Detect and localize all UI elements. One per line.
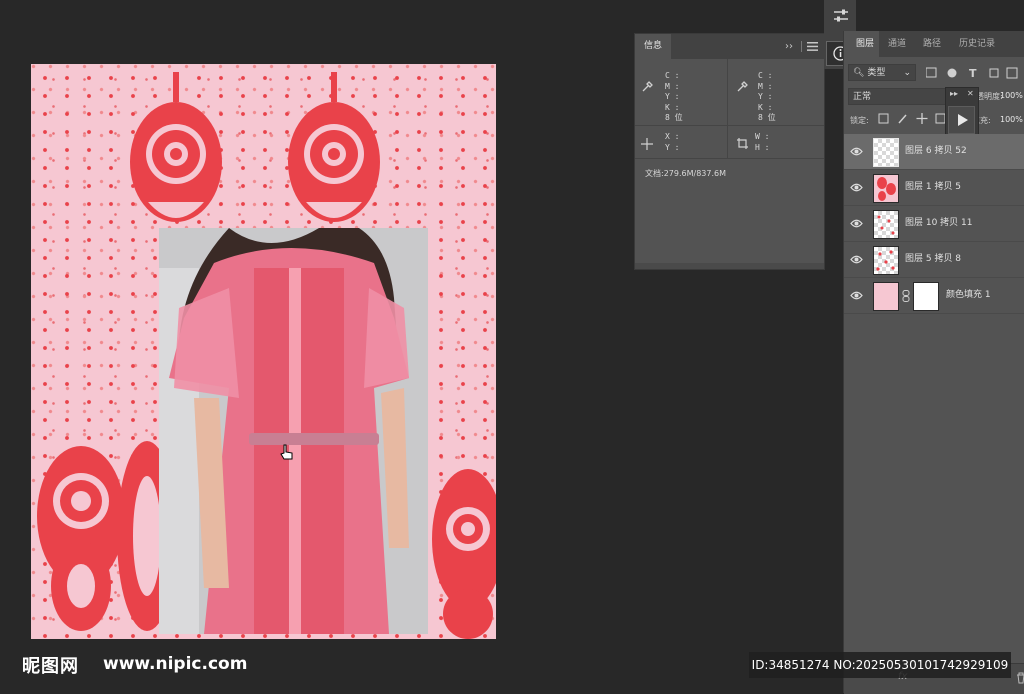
divider: [801, 41, 802, 52]
w-label: W :: [755, 132, 770, 141]
k-label: K :: [665, 102, 680, 112]
selection-size-icon: [737, 138, 748, 149]
c-label: C :: [758, 71, 773, 80]
cmyk-readout-right: C : M : Y : K : 8 位: [728, 59, 824, 126]
opacity-value[interactable]: 100%: [1000, 91, 1023, 100]
tab-history[interactable]: 历史记录: [959, 31, 995, 57]
layer-row[interactable]: 图层 10 拷贝 11: [844, 206, 1024, 242]
xy-readout: X : Y :: [635, 126, 728, 159]
y-label: Y :: [758, 92, 773, 101]
image-id-bar: ID:34851274 NO:20250530101742929109: [749, 652, 1011, 678]
filter-kind-value: 类型: [867, 68, 886, 78]
layer-row[interactable]: 图层 5 拷贝 8: [844, 242, 1024, 278]
close-icon[interactable]: ✕: [967, 89, 974, 98]
x-label: X :: [665, 132, 680, 141]
panel-resize-bar[interactable]: [635, 263, 824, 269]
layer-row[interactable]: 图层 1 拷贝 5: [844, 170, 1024, 206]
watermark-logo: 昵图网: [22, 656, 79, 677]
fill-value[interactable]: 100%: [1000, 115, 1023, 124]
layer-filter-select[interactable]: 🔍︎ 类型 ⌄: [848, 64, 916, 81]
actions-mini-panel[interactable]: ▸▸ ✕: [945, 87, 979, 139]
tab-paths[interactable]: 路径: [923, 31, 941, 57]
tab-channels[interactable]: 通道: [888, 31, 906, 57]
h-label: H :: [755, 142, 770, 152]
eyedropper-icon: [642, 81, 653, 92]
c-label: C :: [665, 71, 680, 80]
layer-thumbnail: [873, 174, 899, 203]
trash-icon[interactable]: [1016, 672, 1024, 684]
model-photo[interactable]: [159, 228, 428, 634]
eye-icon[interactable]: [850, 145, 863, 158]
layer-thumbnail: [873, 138, 899, 167]
paisley-motif-bottom-right: [432, 469, 496, 639]
lock-label: 锁定:: [850, 116, 869, 125]
chevron-down-icon: ⌄: [903, 68, 911, 78]
info-panel[interactable]: 信息 ›› C : M : Y : K : 8 位 C : M : Y : K …: [634, 33, 825, 270]
layer-mask-thumbnail[interactable]: [913, 282, 939, 311]
layer-row[interactable]: 图层 6 拷贝 52: [844, 134, 1024, 170]
play-action-button[interactable]: [948, 106, 975, 134]
layer-name[interactable]: 图层 6 拷贝 52: [905, 134, 967, 169]
adjustments-icon[interactable]: [833, 9, 849, 23]
eye-icon[interactable]: [850, 217, 863, 230]
link-icon[interactable]: [902, 290, 910, 302]
play-icon: [958, 114, 968, 126]
m-label: M :: [758, 81, 773, 91]
eye-icon[interactable]: [850, 253, 863, 266]
svg-text:T: T: [969, 67, 977, 79]
layer-filter-icons: T: [926, 67, 1018, 79]
paisley-motif-top-left: [130, 72, 222, 222]
eye-icon[interactable]: [850, 181, 863, 194]
tab-info[interactable]: 信息: [635, 34, 671, 59]
layers-tabbar: 图层 通道 路径 历史记录: [844, 31, 1024, 57]
lock-options[interactable]: [878, 113, 948, 125]
fill-layer-thumbnail: [873, 282, 899, 311]
panel-menu-icon[interactable]: [807, 42, 818, 51]
dress-illustration: [159, 228, 428, 634]
tab-layers[interactable]: 图层: [856, 31, 874, 57]
cmyk-readout-left: C : M : Y : K : 8 位: [635, 59, 728, 126]
info-panel-tabbar: 信息 ››: [635, 34, 824, 59]
layer-name[interactable]: 图层 1 拷贝 5: [905, 170, 961, 205]
layer-name[interactable]: 图层 10 拷贝 11: [905, 206, 973, 241]
wh-readout: W : H :: [728, 126, 824, 159]
document-size: 文档:279.6M/837.6M: [645, 169, 726, 178]
watermark-url: www.nipic.com: [103, 654, 248, 674]
search-icon: 🔍︎: [853, 68, 865, 78]
layers-panel[interactable]: 图层 通道 路径 历史记录 🔍︎ 类型 ⌄ T 正常 不透明度: 100% 锁定…: [843, 31, 1024, 694]
blend-mode-value: 正常: [853, 92, 872, 102]
hand-cursor-icon: [280, 444, 293, 460]
bit-depth: 8 位: [758, 113, 776, 122]
crosshair-icon: [641, 138, 653, 150]
layer-name[interactable]: 图层 5 拷贝 8: [905, 242, 961, 277]
blend-mode-select[interactable]: 正常: [848, 88, 946, 105]
layer-name[interactable]: 颜色填充 1: [946, 278, 991, 313]
eye-icon[interactable]: [850, 289, 863, 302]
y-label: Y :: [665, 92, 680, 101]
expand-icon[interactable]: ▸▸: [950, 89, 958, 98]
layer-thumbnail: [873, 246, 899, 275]
eyedropper-icon: [737, 81, 748, 92]
paisley-motif-bottom-mid: [117, 441, 161, 631]
m-label: M :: [665, 81, 680, 91]
layer-row[interactable]: 颜色填充 1: [844, 278, 1024, 314]
paisley-motif-top-right: [288, 72, 380, 222]
k-label: K :: [758, 102, 773, 112]
y-coord-label: Y :: [665, 142, 680, 152]
bit-depth: 8 位: [665, 113, 683, 122]
layer-thumbnail: [873, 210, 899, 239]
panel-collapse-icon[interactable]: ››: [785, 41, 793, 52]
